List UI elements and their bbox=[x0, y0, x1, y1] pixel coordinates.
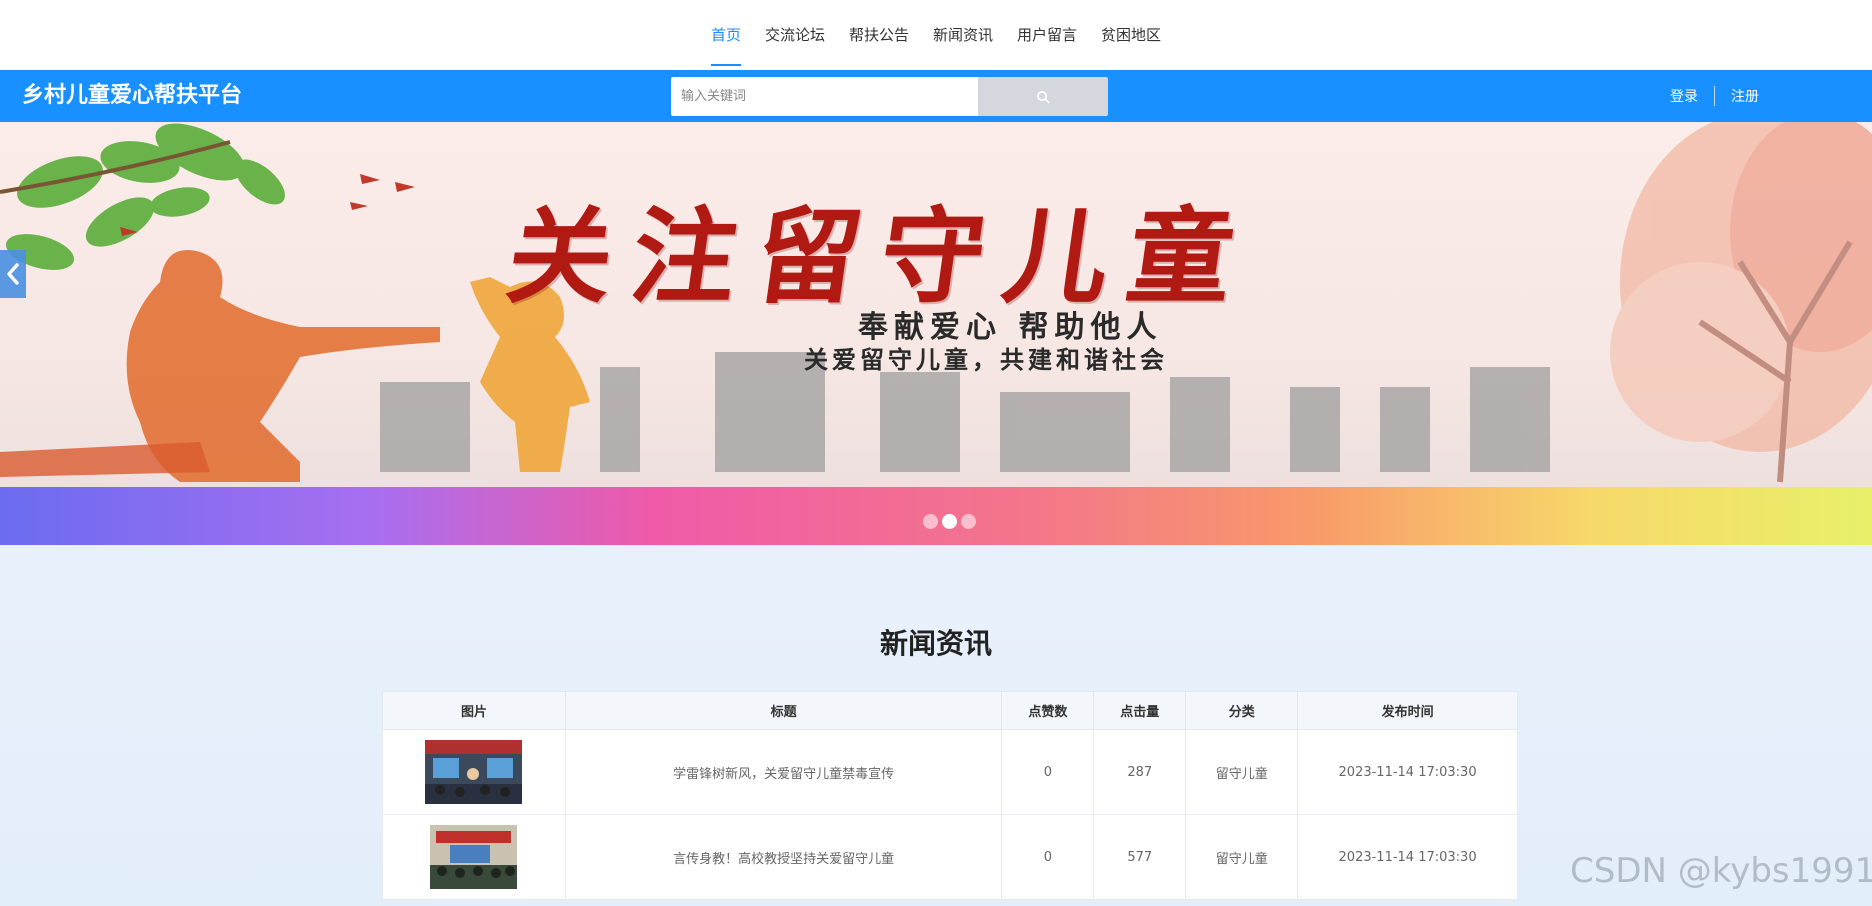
time-cell: 2023-11-14 17:03:30 bbox=[1297, 729, 1518, 815]
column-header-category: 分类 bbox=[1185, 691, 1299, 730]
column-header-image: 图片 bbox=[382, 691, 566, 730]
login-link[interactable]: 登录 bbox=[1654, 86, 1714, 106]
carousel-dot-active[interactable] bbox=[942, 514, 957, 529]
register-link[interactable]: 注册 bbox=[1715, 86, 1775, 106]
column-header-title: 标题 bbox=[564, 691, 1003, 730]
carousel-dots bbox=[923, 514, 976, 529]
news-title-cell[interactable]: 言传身教！高校教授坚持关爱留守儿童 bbox=[564, 814, 1003, 900]
nav-item-news[interactable]: 新闻资讯 bbox=[921, 0, 1005, 70]
column-header-clicks: 点击量 bbox=[1093, 691, 1187, 730]
carousel-prev-button[interactable] bbox=[0, 250, 26, 298]
category-cell: 留守儿童 bbox=[1185, 729, 1299, 815]
banner-carousel: 关注留守儿童 奉献爱心 帮助他人 关爱留守儿童，共建和谐社会 bbox=[0, 122, 1872, 545]
banner-headline: 关注留守儿童 bbox=[500, 195, 1262, 318]
likes-cell: 0 bbox=[1001, 814, 1095, 900]
carousel-dot[interactable] bbox=[923, 514, 938, 529]
section-title: 新闻资讯 bbox=[879, 627, 992, 660]
table-header-row: 图片 标题 点赞数 点击量 分类 发布时间 bbox=[382, 691, 1518, 730]
time-cell: 2023-11-14 17:03:30 bbox=[1297, 814, 1518, 900]
chevron-left-icon bbox=[7, 263, 19, 285]
nav-item-announcements[interactable]: 帮扶公告 bbox=[837, 0, 921, 70]
nav-item-messages[interactable]: 用户留言 bbox=[1005, 0, 1089, 70]
clicks-cell: 287 bbox=[1093, 729, 1187, 815]
clicks-cell: 577 bbox=[1093, 814, 1187, 900]
news-table: 图片 标题 点赞数 点击量 分类 发布时间 学雷锋树新风，关爱留守儿童禁毒宣传 … bbox=[382, 691, 1518, 900]
news-thumbnail-cell bbox=[382, 729, 566, 815]
news-title-cell[interactable]: 学雷锋树新风，关爱留守儿童禁毒宣传 bbox=[564, 729, 1003, 815]
news-thumbnail[interactable] bbox=[430, 825, 518, 889]
news-thumbnail-cell bbox=[382, 814, 566, 900]
search-icon bbox=[1037, 90, 1050, 103]
carousel-dot[interactable] bbox=[961, 514, 976, 529]
nav-item-forum[interactable]: 交流论坛 bbox=[753, 0, 837, 70]
banner-slogan: 关爱留守儿童，共建和谐社会 bbox=[804, 345, 1168, 374]
nav-item-poor-areas[interactable]: 贫困地区 bbox=[1089, 0, 1173, 70]
table-row[interactable]: 言传身教！高校教授坚持关爱留守儿童 0 577 留守儿童 2023-11-14 … bbox=[382, 814, 1518, 900]
column-header-likes: 点赞数 bbox=[1001, 691, 1095, 730]
news-thumbnail[interactable] bbox=[425, 740, 523, 804]
table-row[interactable]: 学雷锋树新风，关爱留守儿童禁毒宣传 0 287 留守儿童 2023-11-14 … bbox=[382, 729, 1518, 815]
header-bar: 乡村儿童爱心帮扶平台 登录 注册 bbox=[0, 70, 1872, 122]
search-box bbox=[671, 77, 1108, 116]
watermark: CSDN @kybs1991 bbox=[1570, 851, 1872, 891]
search-button[interactable] bbox=[978, 77, 1108, 116]
column-header-time: 发布时间 bbox=[1297, 691, 1518, 730]
likes-cell: 0 bbox=[1001, 729, 1095, 815]
auth-links: 登录 注册 bbox=[1654, 70, 1775, 122]
category-cell: 留守儿童 bbox=[1185, 814, 1299, 900]
nav-item-home[interactable]: 首页 bbox=[699, 0, 753, 70]
top-navigation: 首页 交流论坛 帮扶公告 新闻资讯 用户留言 贫困地区 bbox=[0, 0, 1872, 70]
news-section: 新闻资讯 图片 标题 点赞数 点击量 分类 发布时间 学雷锋树新风，关爱留守儿童… bbox=[0, 545, 1872, 906]
search-input[interactable] bbox=[671, 77, 978, 116]
site-title: 乡村儿童爱心帮扶平台 bbox=[22, 83, 243, 108]
